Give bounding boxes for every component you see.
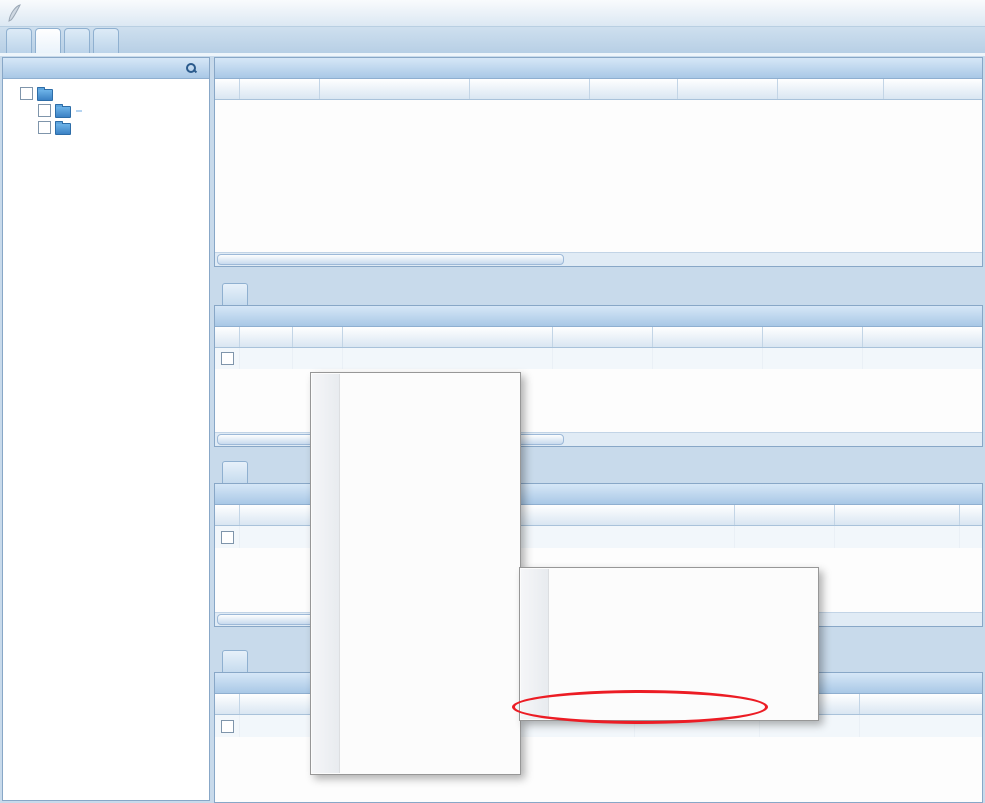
cell-level bbox=[240, 348, 293, 369]
menubar-item[interactable] bbox=[96, 3, 118, 23]
menubar-item[interactable] bbox=[140, 3, 162, 23]
tree-checkbox[interactable] bbox=[38, 121, 51, 134]
grid-filler bbox=[215, 100, 982, 252]
menu-icon-gutter bbox=[312, 374, 340, 773]
tab-bar bbox=[0, 26, 985, 56]
projects-grid-header bbox=[215, 79, 982, 100]
hierarchy-panel bbox=[2, 57, 210, 801]
folder-icon bbox=[37, 89, 53, 101]
column-header-check[interactable] bbox=[215, 327, 240, 347]
tab[interactable] bbox=[64, 28, 90, 53]
column-header[interactable] bbox=[735, 505, 835, 525]
scrollbar-thumb[interactable] bbox=[217, 254, 564, 265]
works-tab-row bbox=[222, 461, 251, 483]
column-header[interactable] bbox=[778, 79, 884, 99]
search-icon[interactable] bbox=[186, 63, 197, 74]
table-row[interactable] bbox=[215, 348, 982, 369]
column-header[interactable] bbox=[470, 79, 590, 99]
hierarchy-tree bbox=[3, 79, 209, 800]
menubar-item[interactable] bbox=[74, 3, 96, 23]
column-header[interactable] bbox=[293, 327, 343, 347]
app-logo-icon bbox=[4, 2, 24, 24]
context-menu-item[interactable] bbox=[311, 375, 520, 401]
annotation-ellipse bbox=[512, 690, 768, 724]
projects-section-header bbox=[215, 58, 982, 79]
row-checkbox[interactable] bbox=[221, 352, 234, 365]
menubar-item[interactable] bbox=[162, 3, 184, 23]
tab[interactable] bbox=[222, 283, 248, 305]
menu-item-icon bbox=[319, 381, 331, 395]
cell-subdivision bbox=[960, 526, 982, 548]
context-menu-items bbox=[311, 373, 520, 403]
cell-state bbox=[763, 348, 863, 369]
tree-checkbox[interactable] bbox=[38, 104, 51, 117]
cell-state bbox=[735, 526, 835, 548]
tree-node[interactable] bbox=[7, 85, 205, 102]
stages-section-header bbox=[215, 306, 982, 327]
column-header[interactable] bbox=[860, 694, 982, 714]
column-header[interactable] bbox=[884, 79, 982, 99]
cell-number bbox=[293, 348, 343, 369]
checkbox-cell bbox=[215, 715, 240, 737]
tabs bbox=[6, 28, 122, 53]
tab[interactable] bbox=[35, 28, 61, 53]
cell-name bbox=[343, 348, 553, 369]
column-header[interactable] bbox=[590, 79, 678, 99]
tab[interactable] bbox=[222, 461, 248, 483]
cell-cost bbox=[553, 348, 653, 369]
menubar-items bbox=[30, 3, 184, 23]
tab[interactable] bbox=[6, 28, 32, 53]
tab[interactable] bbox=[93, 28, 119, 53]
history-tab-row bbox=[222, 650, 251, 672]
column-header[interactable] bbox=[835, 505, 960, 525]
cell-limitation bbox=[860, 715, 982, 737]
context-menu bbox=[310, 372, 521, 775]
column-header[interactable] bbox=[320, 79, 470, 99]
column-header[interactable] bbox=[678, 79, 778, 99]
horizontal-scrollbar[interactable] bbox=[215, 252, 982, 266]
row-checkbox[interactable] bbox=[221, 720, 234, 733]
hierarchy-header-icons bbox=[186, 63, 203, 74]
column-header-check[interactable] bbox=[215, 79, 240, 99]
menubar-item[interactable] bbox=[52, 3, 74, 23]
tree-node-label bbox=[58, 93, 64, 95]
tree-node[interactable] bbox=[7, 102, 205, 119]
column-header[interactable] bbox=[240, 327, 293, 347]
column-header-check[interactable] bbox=[215, 694, 240, 714]
row-checkbox[interactable] bbox=[221, 531, 234, 544]
column-header[interactable] bbox=[863, 327, 982, 347]
checkbox-cell bbox=[215, 348, 240, 369]
cell-date bbox=[863, 348, 982, 369]
menubar-item[interactable] bbox=[30, 3, 52, 23]
column-header[interactable] bbox=[343, 327, 553, 347]
stages-grid-body bbox=[215, 348, 982, 369]
hierarchy-header bbox=[3, 58, 209, 79]
column-header[interactable] bbox=[240, 79, 320, 99]
submenu-items bbox=[520, 568, 818, 597]
column-header[interactable] bbox=[653, 327, 763, 347]
submenu-item[interactable] bbox=[520, 570, 818, 595]
folder-icon bbox=[55, 106, 71, 118]
column-header[interactable] bbox=[520, 505, 735, 525]
cell-name bbox=[520, 526, 735, 548]
column-header[interactable] bbox=[960, 505, 982, 525]
projects-panel bbox=[214, 57, 983, 267]
menu-bar bbox=[0, 0, 985, 27]
tree-checkbox[interactable] bbox=[20, 87, 33, 100]
checkbox-cell bbox=[215, 526, 240, 548]
column-header[interactable] bbox=[763, 327, 863, 347]
cell-account bbox=[653, 348, 763, 369]
tab[interactable] bbox=[222, 650, 248, 672]
tree-node-label bbox=[76, 127, 82, 129]
folder-icon bbox=[55, 123, 71, 135]
column-header[interactable] bbox=[553, 327, 653, 347]
tree-node-label bbox=[76, 110, 82, 112]
tree-node[interactable] bbox=[7, 119, 205, 136]
menubar-item[interactable] bbox=[118, 3, 140, 23]
cell-duration bbox=[835, 526, 960, 548]
column-header-check[interactable] bbox=[215, 505, 240, 525]
stages-grid-header bbox=[215, 327, 982, 348]
stages-tab-row bbox=[222, 283, 251, 305]
